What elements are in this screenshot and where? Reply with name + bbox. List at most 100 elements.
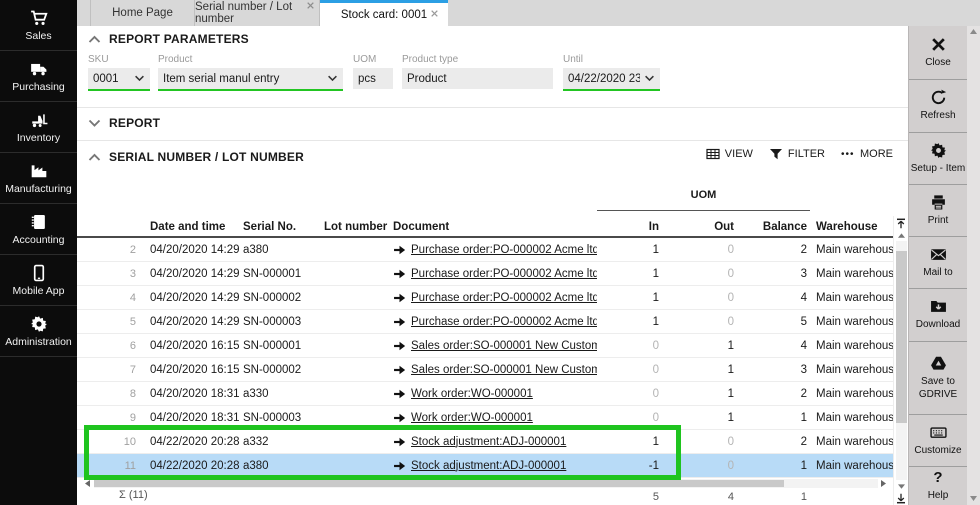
- sidebar-item-label: Inventory: [16, 131, 61, 144]
- table-body: 2 04/20/2020 14:29 a380 Purchase order:P…: [77, 238, 901, 478]
- tab-label: Home Page: [112, 7, 173, 19]
- cell-balance: 1: [800, 459, 807, 472]
- download-button[interactable]: Download: [909, 288, 967, 341]
- document-link[interactable]: Purchase order:PO-000002 Acme ltd: [411, 268, 597, 280]
- divider: [77, 107, 908, 108]
- scrollbar-thumb[interactable]: [895, 250, 907, 423]
- document-link[interactable]: Stock adjustment:ADJ-000001: [411, 460, 566, 472]
- scroll-up-icon[interactable]: [896, 230, 906, 240]
- col-document: Document: [393, 221, 450, 233]
- cell-balance: 2: [800, 243, 807, 256]
- table-row[interactable]: 9 04/20/2020 18:31 SN-000003 Work order:…: [77, 406, 900, 430]
- col-warehouse: Warehouse: [816, 221, 878, 233]
- document-link[interactable]: Stock adjustment:ADJ-000001: [411, 436, 566, 448]
- document-link[interactable]: Work order:WO-000001: [411, 388, 533, 400]
- button-label: Download: [915, 319, 961, 331]
- more-button[interactable]: ••• MORE: [841, 148, 893, 160]
- tab-home-page[interactable]: Home Page: [90, 0, 195, 26]
- sidebar-item-label: Manufacturing: [5, 182, 72, 195]
- row-number: 11: [124, 459, 136, 472]
- table-row[interactable]: 7 04/20/2020 16:15 SN-000002 Sales order…: [77, 358, 901, 382]
- sidebar-item-inventory[interactable]: Inventory: [0, 102, 77, 153]
- sku-select[interactable]: 0001: [88, 68, 150, 89]
- sidebar-item-purchasing[interactable]: Purchasing: [0, 51, 77, 102]
- vertical-scrollbar[interactable]: [893, 216, 908, 505]
- setup-item-button[interactable]: Setup - Item: [909, 132, 967, 184]
- scrollbar-track[interactable]: [895, 241, 907, 480]
- section-serial-number[interactable]: SERIAL NUMBER / LOT NUMBER: [88, 150, 304, 164]
- section-report[interactable]: REPORT: [88, 116, 160, 130]
- scroll-left-icon[interactable]: [84, 479, 92, 488]
- chevron-down-icon: [88, 119, 101, 128]
- tab-serial-number-lot-number[interactable]: Serial number / Lot number: [195, 0, 320, 26]
- table-row[interactable]: 10 04/22/2020 20:28 a332 Stock adjustmen…: [77, 430, 901, 454]
- close-icon[interactable]: [306, 1, 316, 11]
- cell-warehouse: Main warehouse: [816, 363, 901, 376]
- field-underline: [88, 89, 150, 91]
- cell-warehouse: Main warehouse: [816, 435, 901, 448]
- close-button[interactable]: Close: [909, 26, 967, 79]
- document-link[interactable]: Sales order:SO-000001 New Customer: [411, 364, 597, 376]
- mail-to-button[interactable]: Mail to: [909, 236, 967, 288]
- arrow-right-icon: [393, 245, 406, 255]
- arrow-right-icon: [393, 269, 406, 279]
- refresh-button[interactable]: Refresh: [909, 79, 967, 132]
- help-button[interactable]: ? Help: [909, 466, 967, 505]
- scrollbar-thumb[interactable]: [94, 480, 784, 487]
- app-window: Sales Purchasing Inventory Manufacturing…: [0, 0, 980, 505]
- chevron-down-icon: [327, 75, 338, 82]
- table-row[interactable]: 4 04/20/2020 14:29 SN-000002 Purchase or…: [77, 286, 900, 310]
- document-link[interactable]: Purchase order:PO-000002 Acme ltd: [411, 316, 597, 328]
- save-to-gdrive-button[interactable]: Save to GDRIVE: [909, 341, 967, 414]
- uom-field[interactable]: pcs: [353, 68, 393, 89]
- print-button[interactable]: Print: [909, 184, 967, 236]
- table-row[interactable]: 8 04/20/2020 18:31 a330 Work order:WO-00…: [77, 382, 900, 406]
- divider: [77, 140, 908, 141]
- cell-in: 1: [652, 435, 659, 448]
- scroll-up-icon[interactable]: [969, 29, 978, 35]
- table-row[interactable]: 2 04/20/2020 14:29 a380 Purchase order:P…: [77, 238, 900, 262]
- sidebar-item-sales[interactable]: Sales: [0, 0, 77, 51]
- button-label: Refresh: [920, 110, 956, 122]
- sidebar-item-mobile-app[interactable]: Mobile App: [0, 255, 77, 306]
- scroll-to-top-icon[interactable]: [895, 216, 908, 230]
- filter-button[interactable]: FILTER: [769, 148, 825, 160]
- cell-out: 1: [727, 387, 734, 400]
- document-link[interactable]: Purchase order:PO-000002 Acme ltd: [411, 244, 597, 256]
- field-label: UOM: [353, 54, 377, 65]
- table-row[interactable]: 5 04/20/2020 14:29 SN-000003 Purchase or…: [77, 310, 900, 334]
- cell-out: 0: [727, 267, 734, 280]
- table-row[interactable]: 6 04/20/2020 16:15 SN-000001 Sales order…: [77, 334, 900, 358]
- document-link[interactable]: Purchase order:PO-000002 Acme ltd: [411, 292, 597, 304]
- cell-in: 0: [652, 339, 659, 352]
- scroll-down-icon[interactable]: [896, 481, 906, 491]
- row-number: 8: [129, 387, 136, 400]
- panel-scrollbar[interactable]: [967, 26, 980, 505]
- view-button[interactable]: VIEW: [706, 148, 753, 160]
- until-select[interactable]: 04/22/2020 23:59: [563, 68, 660, 89]
- sidebar-item-manufacturing[interactable]: Manufacturing: [0, 153, 77, 204]
- scroll-right-icon[interactable]: [880, 479, 888, 488]
- cell-in: 0: [652, 363, 659, 376]
- tab-stock-card-0001[interactable]: Stock card: 0001: [320, 0, 448, 26]
- table-row[interactable]: 11 04/22/2020 20:28 a380 Stock adjustmen…: [77, 454, 900, 478]
- customize-button[interactable]: Customize: [909, 414, 967, 466]
- cell-balance: 5: [800, 315, 807, 328]
- product-select[interactable]: Item serial manul entry: [158, 68, 343, 89]
- scroll-to-bottom-icon[interactable]: [895, 491, 908, 505]
- scroll-down-icon[interactable]: [969, 496, 978, 502]
- scrollbar-track[interactable]: [94, 479, 878, 488]
- sidebar-item-administration[interactable]: Administration: [0, 306, 77, 357]
- document-link[interactable]: Sales order:SO-000001 New Customer: [411, 340, 597, 352]
- cell-date: 04/20/2020 14:29: [150, 291, 240, 304]
- chevron-down-icon: [644, 75, 655, 82]
- close-icon[interactable]: [430, 9, 440, 19]
- table-row[interactable]: 3 04/20/2020 14:29 SN-000001 Purchase or…: [77, 262, 900, 286]
- document-link[interactable]: Work order:WO-000001: [411, 412, 533, 424]
- product-type-field[interactable]: Product: [402, 68, 553, 89]
- sidebar-item-accounting[interactable]: Accounting: [0, 204, 77, 255]
- horizontal-scrollbar[interactable]: [84, 479, 888, 488]
- summary-balance: 1: [800, 490, 807, 503]
- section-report-parameters[interactable]: REPORT PARAMETERS: [88, 32, 249, 46]
- cell-date: 04/20/2020 16:15: [150, 339, 240, 352]
